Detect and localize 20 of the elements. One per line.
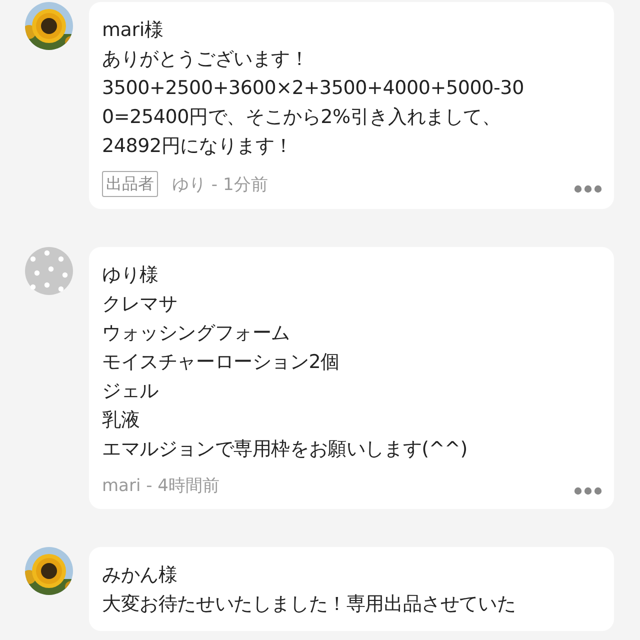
comment-text: 3500+2500+3600×2+3500+4000+5000-30 — [102, 76, 525, 101]
comment-meta: ゆり - 1分前 — [172, 174, 269, 196]
more-icon[interactable] — [574, 486, 602, 494]
comment-text: ウォッシングフォーム — [102, 321, 292, 346]
recipient-name: ゆり様 — [102, 263, 160, 288]
recipient-name: みかん様 — [102, 563, 178, 588]
comment-text: ジェル — [102, 379, 160, 404]
comment-meta: mari - 4時間前 — [102, 475, 220, 497]
comment-text: モイスチャーローション2個 — [102, 350, 340, 375]
recipient-name: mari様 — [102, 18, 164, 43]
comment-text: ありがとうございます！ — [102, 47, 310, 72]
more-icon[interactable] — [574, 185, 602, 193]
comment-text: 大変お待たせいたしました！専用出品させていた — [102, 592, 517, 617]
comment-text: 0=25400円で、そこから2%引き入れまして、 — [102, 105, 502, 130]
seller-badge: 出品者 — [102, 171, 158, 197]
comment-text: 乳液 — [102, 408, 141, 433]
avatar-icon — [25, 247, 73, 295]
comment-text: 24892円になります！ — [102, 134, 294, 159]
comment-text: エマルジョンで専用枠をお願いします(^^) — [102, 437, 468, 462]
comment-text: クレマサ — [102, 292, 178, 317]
